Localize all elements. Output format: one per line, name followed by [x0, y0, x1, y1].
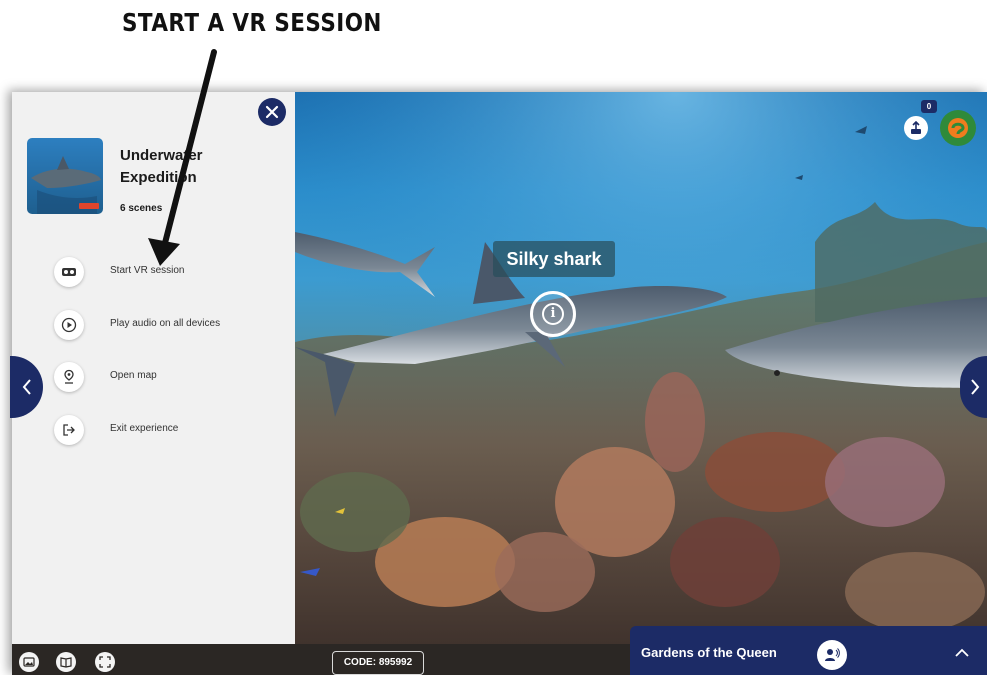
hotspot-title: Silky shark	[493, 241, 615, 277]
experience-thumbnail	[27, 138, 103, 214]
close-icon	[265, 105, 279, 119]
underwater-scene-image	[295, 92, 987, 644]
guide-button[interactable]	[56, 652, 76, 672]
menu-label-open-map: Open map	[110, 370, 157, 381]
speaker-person-icon	[825, 648, 840, 661]
current-scene-bar[interactable]: Gardens of the Queen	[630, 626, 987, 675]
menu-label-exit: Exit experience	[110, 423, 179, 434]
vr-headset-icon	[62, 268, 76, 276]
info-icon: i	[542, 303, 564, 325]
map-pin-icon	[64, 369, 74, 384]
menu-item-play-audio[interactable]: Play audio on all devices	[54, 310, 284, 340]
menu-item-start-vr[interactable]: Start VR session	[54, 257, 284, 287]
expand-scenes-button[interactable]	[951, 642, 973, 664]
fullscreen-icon	[99, 656, 111, 668]
fullscreen-button[interactable]	[95, 652, 115, 672]
info-hotspot-button[interactable]: i	[530, 291, 576, 337]
experience-title: Underwater Expedition	[120, 147, 203, 186]
publisher-logo	[79, 203, 99, 209]
annotation-heading: START A VR SESSION	[122, 8, 382, 37]
experience-side-panel: Underwater Expedition 6 scenes Start VR …	[12, 92, 295, 644]
scene-count: 6 scenes	[120, 203, 163, 214]
menu-label-play-audio: Play audio on all devices	[110, 318, 221, 329]
exit-icon	[63, 424, 75, 436]
user-avatar[interactable]	[940, 110, 976, 146]
cast-count-badge: 0	[921, 100, 937, 113]
menu-label-start-vr: Start VR session	[110, 265, 185, 276]
cast-button[interactable]	[904, 116, 928, 140]
play-icon	[61, 317, 77, 333]
current-scene-name: Gardens of the Queen	[641, 645, 777, 660]
close-panel-button[interactable]	[258, 98, 286, 126]
narration-audio-button[interactable]	[817, 640, 847, 670]
session-code: CODE: 895992	[332, 651, 424, 675]
page: START A VR SESSION Silky shark i 0 Under…	[0, 0, 987, 675]
menu-item-open-map[interactable]: Open map	[54, 362, 284, 392]
chevron-left-icon	[22, 379, 31, 395]
book-icon	[60, 657, 72, 668]
cast-icon	[911, 121, 921, 134]
avatar-logo-icon	[948, 118, 968, 138]
chevron-up-icon	[955, 648, 969, 657]
panorama-viewport[interactable]	[295, 92, 987, 644]
chevron-right-icon	[971, 379, 980, 395]
menu-item-exit[interactable]: Exit experience	[54, 415, 284, 445]
image-icon	[23, 657, 35, 667]
gallery-button[interactable]	[19, 652, 39, 672]
